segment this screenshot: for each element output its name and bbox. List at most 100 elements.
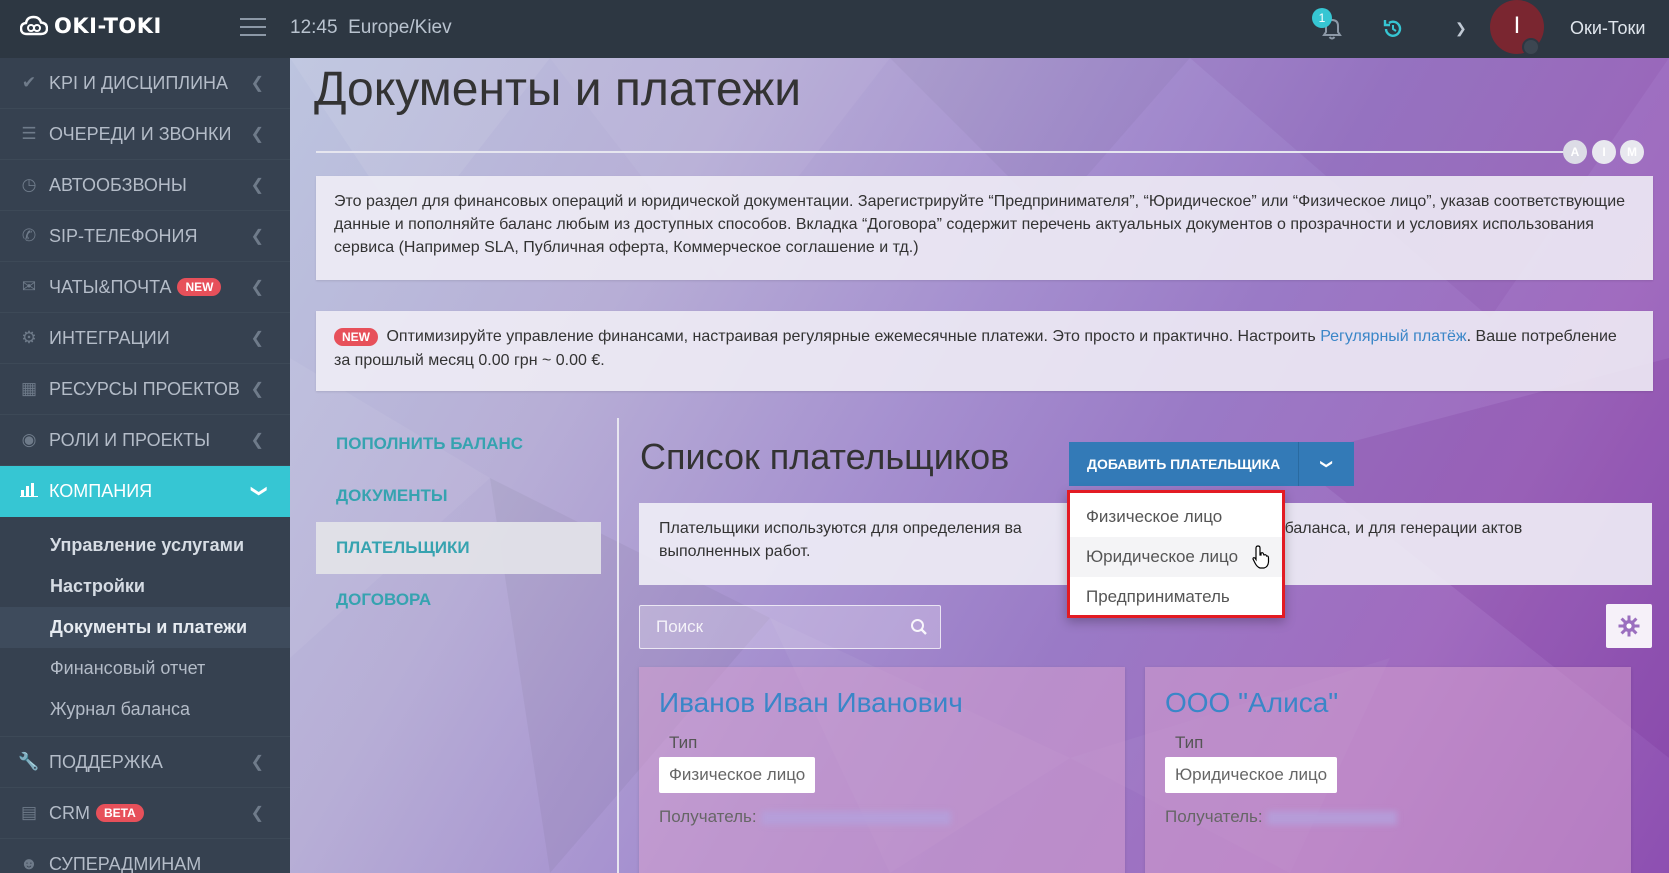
sidebar-item-integrations[interactable]: ⚙ ИНТЕГРАЦИИ ❮ bbox=[0, 313, 290, 364]
tab-documents[interactable]: ДОКУМЕНТЫ bbox=[316, 470, 601, 522]
tab-payers[interactable]: ПЛАТЕЛЬЩИКИ bbox=[316, 522, 601, 574]
sidebar: ✔ KPI И ДИСЦИПЛИНА ❮ ☰ ОЧЕРЕДИ И ЗВОНКИ … bbox=[0, 58, 290, 873]
list-icon: ☰ bbox=[21, 124, 37, 143]
aim-m-button[interactable]: M bbox=[1620, 140, 1644, 164]
hand-pointer-icon bbox=[1252, 545, 1270, 574]
sidebar-item-label: SIP-ТЕЛЕФОНИЯ bbox=[49, 225, 198, 246]
payers-info-line2: выполненных работ. bbox=[659, 543, 811, 560]
gear-icon bbox=[1618, 615, 1640, 637]
sidebar-item-label: АВТООБЗВОНЫ bbox=[49, 174, 187, 195]
submenu-settings[interactable]: Настройки bbox=[0, 566, 290, 607]
sidebar-item-label: РЕСУРСЫ ПРОЕКТОВ bbox=[49, 378, 240, 399]
clock: 12:45 Europe/Kiev bbox=[290, 17, 452, 39]
chevron-left-icon: ❮ bbox=[250, 75, 264, 92]
user-icon: ☻ bbox=[20, 854, 38, 873]
chevron-down-icon[interactable]: ❯ bbox=[1455, 20, 1467, 37]
logo[interactable]: OKI-TOKI bbox=[20, 14, 162, 38]
chat-icon: ✉ bbox=[21, 277, 37, 296]
cogs-icon: ⚙ bbox=[21, 328, 37, 347]
tabs-divider bbox=[617, 418, 619, 873]
payers-info-left: Плательщики используются для определения… bbox=[659, 520, 1022, 537]
payer-type-value: Юридическое лицо bbox=[1165, 757, 1338, 793]
grid-icon: ▦ bbox=[20, 379, 38, 398]
card-icon: ▤ bbox=[20, 803, 38, 822]
sidebar-item-label: KPI И ДИСЦИПЛИНА bbox=[49, 72, 229, 93]
payer-recipient-label: Получатель: bbox=[659, 807, 757, 826]
username[interactable]: Оки-Токи bbox=[1570, 18, 1645, 39]
payer-card[interactable]: ООО "Алиса" Тип Юридическое лицо Получат… bbox=[1145, 667, 1631, 873]
phone-icon: ✆ bbox=[21, 226, 37, 245]
wrench-icon: 🔧 bbox=[18, 752, 40, 771]
toggle-icon: ◉ bbox=[21, 430, 37, 449]
bar-chart-icon bbox=[18, 481, 40, 502]
submenu-documents-payments[interactable]: Документы и платежи bbox=[0, 607, 290, 648]
sidebar-item-roles[interactable]: ◉ РОЛИ И ПРОЕКТЫ ❮ bbox=[0, 415, 290, 466]
section-info: Это раздел для финансовых операций и юри… bbox=[316, 176, 1653, 280]
notification-count-badge: 1 bbox=[1312, 8, 1332, 28]
search-box bbox=[639, 605, 941, 649]
clock-icon: ◷ bbox=[21, 175, 37, 194]
settings-button[interactable] bbox=[1606, 604, 1652, 648]
dropdown-item-legal-entity[interactable]: Юридическое лицо bbox=[1070, 537, 1282, 577]
chevron-left-icon: ❮ bbox=[250, 381, 264, 398]
sidebar-item-superadmin[interactable]: ☻ СУПЕРАДМИНАМ bbox=[0, 839, 290, 873]
top-bar: OKI-TOKI 12:45 Europe/Kiev 1 ❯ I Оки-Ток… bbox=[0, 0, 1669, 58]
submenu-services[interactable]: Управление услугами bbox=[0, 525, 290, 566]
submenu-balance-log[interactable]: Журнал баланса bbox=[0, 689, 290, 730]
sidebar-item-company[interactable]: КОМПАНИЯ ❯ bbox=[0, 466, 290, 517]
chevron-left-icon: ❮ bbox=[250, 177, 264, 194]
sidebar-item-autodial[interactable]: ◷ АВТООБЗВОНЫ ❮ bbox=[0, 160, 290, 211]
timezone: Europe/Kiev bbox=[348, 17, 452, 38]
title-divider bbox=[316, 151, 1586, 153]
company-submenu: Управление услугами Настройки Документы … bbox=[0, 517, 290, 737]
new-badge: NEW bbox=[177, 278, 222, 296]
chevron-left-icon: ❮ bbox=[250, 330, 264, 347]
sidebar-item-label: КОМПАНИЯ bbox=[49, 480, 153, 501]
recipient-redacted bbox=[1267, 810, 1398, 825]
payer-name[interactable]: ООО "Алиса" bbox=[1165, 687, 1611, 719]
dropdown-item-entrepreneur[interactable]: Предприниматель bbox=[1070, 577, 1282, 617]
notice-text: Оптимизируйте управление финансами, наст… bbox=[386, 328, 1316, 345]
sidebar-item-queues[interactable]: ☰ ОЧЕРЕДИ И ЗВОНКИ ❮ bbox=[0, 109, 290, 160]
sidebar-item-chats[interactable]: ✉ ЧАТЫ&ПОЧТА NEW ❮ bbox=[0, 262, 290, 313]
search-input[interactable] bbox=[640, 606, 900, 648]
chevron-left-icon: ❮ bbox=[250, 805, 264, 822]
sidebar-item-sip[interactable]: ✆ SIP-ТЕЛЕФОНИЯ ❮ bbox=[0, 211, 290, 262]
menu-toggle-icon[interactable] bbox=[240, 18, 266, 40]
cloud-logo-icon bbox=[20, 15, 48, 36]
chevron-left-icon: ❮ bbox=[250, 228, 264, 245]
payer-card[interactable]: Иванов Иван Иванович Тип Физическое лицо… bbox=[639, 667, 1125, 873]
submenu-financial-report[interactable]: Финансовый отчет bbox=[0, 648, 290, 689]
finance-tabs: ПОПОЛНИТЬ БАЛАНС ДОКУМЕНТЫ ПЛАТЕЛЬЩИКИ Д… bbox=[316, 418, 601, 626]
logo-text: OKI-TOKI bbox=[54, 14, 162, 38]
chevron-left-icon: ❮ bbox=[250, 126, 264, 143]
payer-recipient: Получатель: bbox=[1165, 807, 1611, 827]
regular-payment-link[interactable]: Регулярный платёж bbox=[1320, 328, 1466, 345]
sidebar-item-kpi[interactable]: ✔ KPI И ДИСЦИПЛИНА ❮ bbox=[0, 58, 290, 109]
payer-recipient-label: Получатель: bbox=[1165, 807, 1263, 826]
search-icon[interactable] bbox=[910, 618, 928, 641]
payers-title: Список плательщиков bbox=[640, 436, 1010, 477]
tab-top-up-balance[interactable]: ПОПОЛНИТЬ БАЛАНС bbox=[316, 418, 601, 470]
page-title: Документы и платежи bbox=[314, 63, 802, 116]
main-content: Документы и платежи A I M Это раздел для… bbox=[290, 58, 1669, 873]
add-payer-dropdown-toggle[interactable]: ❯ bbox=[1298, 442, 1354, 486]
check-icon: ✔ bbox=[21, 73, 37, 92]
notifications-bell-icon[interactable]: 1 bbox=[1312, 8, 1344, 42]
history-icon[interactable] bbox=[1381, 17, 1405, 46]
aim-a-button[interactable]: A bbox=[1563, 140, 1587, 164]
payer-type-label: Тип bbox=[1175, 733, 1204, 752]
sidebar-item-resources[interactable]: ▦ РЕСУРСЫ ПРОЕКТОВ ❮ bbox=[0, 364, 290, 415]
sidebar-item-crm[interactable]: ▤ CRM BETA ❮ bbox=[0, 788, 290, 839]
aim-i-button[interactable]: I bbox=[1592, 140, 1616, 164]
tab-contracts[interactable]: ДОГОВОРА bbox=[316, 574, 601, 626]
add-payer-button[interactable]: ДОБАВИТЬ ПЛАТЕЛЬЩИКА bbox=[1069, 442, 1298, 486]
dropdown-item-individual[interactable]: Физическое лицо bbox=[1070, 497, 1282, 537]
sidebar-item-label: ОЧЕРЕДИ И ЗВОНКИ bbox=[49, 123, 232, 144]
payer-name[interactable]: Иванов Иван Иванович bbox=[659, 687, 1105, 719]
sidebar-item-label: РОЛИ И ПРОЕКТЫ bbox=[49, 429, 211, 450]
sidebar-item-support[interactable]: 🔧 ПОДДЕРЖКА ❮ bbox=[0, 737, 290, 788]
chevron-down-icon: ❯ bbox=[1319, 458, 1334, 470]
time: 12:45 bbox=[290, 17, 338, 38]
recipient-redacted bbox=[761, 810, 952, 825]
